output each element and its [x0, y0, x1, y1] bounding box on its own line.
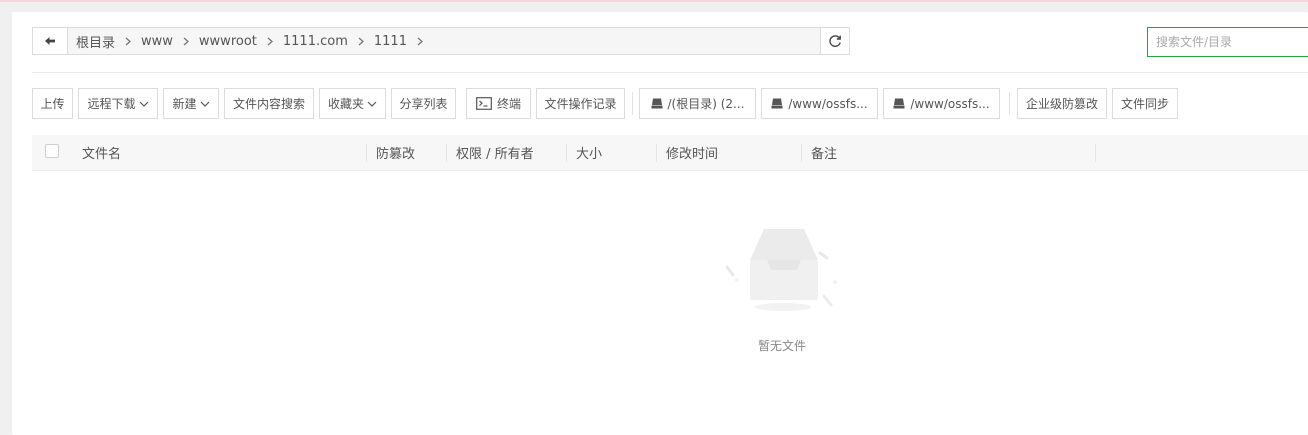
terminal-button[interactable]: 终端 [466, 88, 531, 119]
chevron-down-icon [367, 101, 377, 107]
new-label: 新建 [172, 97, 197, 111]
disk-oss-2-label: /www/ossfs... [910, 96, 990, 111]
file-manager-panel: 根目录 www wwwroot 1111.com 1111 上传 远程下载 新建 [12, 12, 1308, 435]
column-tamper-proof[interactable]: 防篡改 [376, 135, 415, 170]
share-list-label: 分享列表 [399, 97, 448, 111]
column-divider [366, 144, 367, 162]
column-divider [801, 144, 802, 162]
breadcrumb-item-root[interactable]: 根目录 [76, 32, 115, 51]
favorites-button[interactable]: 收藏夹 [319, 88, 386, 119]
column-modified-time[interactable]: 修改时间 [666, 135, 718, 170]
toolbar-separator [1009, 92, 1010, 115]
top-accent-line [0, 0, 1308, 2]
chevron-right-icon [267, 37, 273, 46]
column-size-label: 大小 [576, 147, 603, 162]
breadcrumb: 根目录 www wwwroot 1111.com 1111 [68, 32, 433, 51]
column-divider [656, 144, 657, 162]
chevron-right-icon [358, 37, 364, 46]
disk-oss-2-button[interactable]: /www/ossfs... [883, 88, 1000, 119]
disk-icon [771, 98, 783, 109]
empty-box-icon [725, 229, 837, 311]
breadcrumb-item-wwwroot[interactable]: wwwroot [199, 34, 257, 49]
column-divider [1095, 144, 1096, 162]
chevron-down-icon [200, 101, 209, 107]
refresh-button[interactable] [820, 27, 850, 55]
back-button[interactable] [33, 28, 68, 54]
upload-label: 上传 [40, 97, 65, 111]
breadcrumb-item-site[interactable]: 1111.com [283, 34, 348, 49]
disk-oss-1-button[interactable]: /www/ossfs... [761, 88, 878, 119]
chevron-right-icon [417, 37, 423, 46]
tamper-proof-label: 企业级防篡改 [1025, 97, 1098, 111]
chevron-down-icon [139, 101, 148, 107]
upload-button[interactable]: 上传 [32, 88, 73, 119]
remote-download-button[interactable]: 远程下载 [78, 88, 158, 119]
file-sync-button[interactable]: 文件同步 [1112, 88, 1178, 119]
remote-download-label: 远程下载 [87, 97, 136, 111]
content-search-label: 文件内容搜索 [232, 97, 305, 111]
tamper-proof-button[interactable]: 企业级防篡改 [1017, 88, 1107, 119]
divider [32, 72, 1308, 73]
column-divider [566, 144, 567, 162]
column-filename[interactable]: 文件名 [82, 135, 121, 170]
disk-oss-1-label: /www/ossfs... [788, 96, 868, 111]
column-remark[interactable]: 备注 [811, 135, 837, 170]
disk-root-button[interactable]: /(根目录) (2... [639, 88, 756, 119]
back-arrow-icon [45, 37, 55, 45]
select-all-checkbox[interactable] [45, 144, 59, 158]
column-filename-label: 文件名 [82, 147, 122, 162]
new-button[interactable]: 新建 [163, 88, 219, 119]
share-list-button[interactable]: 分享列表 [391, 88, 456, 119]
refresh-icon [829, 35, 841, 47]
breadcrumb-item-www[interactable]: www [141, 34, 173, 49]
operation-log-button[interactable]: 文件操作记录 [536, 88, 625, 119]
column-size[interactable]: 大小 [576, 135, 602, 170]
terminal-icon [476, 97, 492, 110]
favorites-label: 收藏夹 [327, 97, 364, 111]
disk-icon [893, 98, 905, 109]
disk-icon [651, 98, 662, 109]
operation-log-label: 文件操作记录 [544, 97, 617, 111]
column-remark-label: 备注 [811, 147, 838, 162]
disk-root-label: /(根目录) (2... [667, 97, 745, 111]
file-sync-label: 文件同步 [1120, 97, 1169, 111]
path-bar[interactable]: 根目录 www wwwroot 1111.com 1111 [32, 27, 849, 55]
empty-state-text: 暂无文件 [757, 339, 806, 353]
column-divider [446, 144, 447, 162]
content-search-button[interactable]: 文件内容搜索 [224, 88, 314, 119]
search-input[interactable] [1147, 27, 1308, 57]
column-permission-owner[interactable]: 权限 / 所有者 [456, 135, 534, 170]
toolbar-separator [632, 92, 633, 115]
chevron-right-icon [125, 37, 132, 46]
column-permission-owner-label: 权限 / 所有者 [456, 147, 534, 162]
file-table-header: 文件名 防篡改 权限 / 所有者 大小 修改时间 备注 [32, 135, 1308, 171]
column-modified-time-label: 修改时间 [666, 147, 719, 162]
terminal-label: 终端 [496, 97, 521, 111]
chevron-right-icon [183, 37, 189, 46]
column-tamper-proof-label: 防篡改 [376, 147, 416, 162]
breadcrumb-item-current[interactable]: 1111 [374, 34, 407, 49]
